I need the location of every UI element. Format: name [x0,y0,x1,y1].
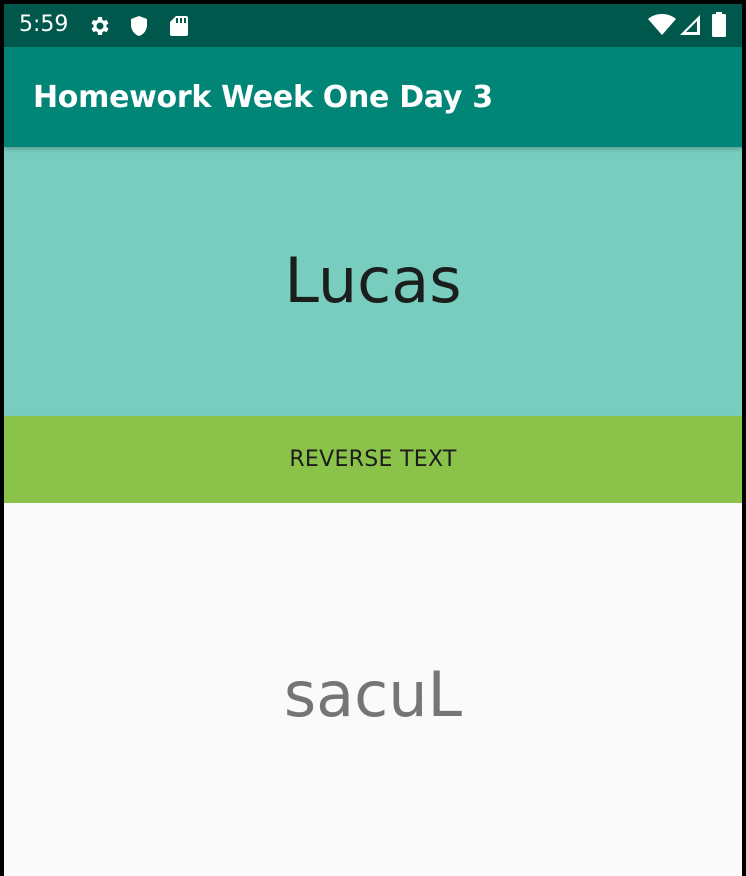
battery-icon [712,12,726,37]
shield-icon [131,16,147,36]
result-panel: sacuL [4,503,742,876]
sd-card-icon [170,16,188,36]
wifi-icon [648,14,676,35]
settings-icon [91,17,109,35]
name-input[interactable]: Lucas [4,242,742,320]
status-bar: 5:59 [4,4,742,47]
reverse-text-button-label: REVERSE TEXT [289,447,457,472]
phone-screen: 5:59 Homework Week One Day 3 Lucas REVER… [4,4,742,876]
app-bar: Homework Week One Day 3 [4,47,742,147]
input-panel[interactable]: Lucas [4,147,742,416]
reversed-text-output: sacuL [283,658,463,731]
status-time: 5:59 [19,12,69,37]
reverse-text-button[interactable]: REVERSE TEXT [4,416,742,503]
signal-icon [680,15,700,35]
app-title: Homework Week One Day 3 [33,80,493,115]
